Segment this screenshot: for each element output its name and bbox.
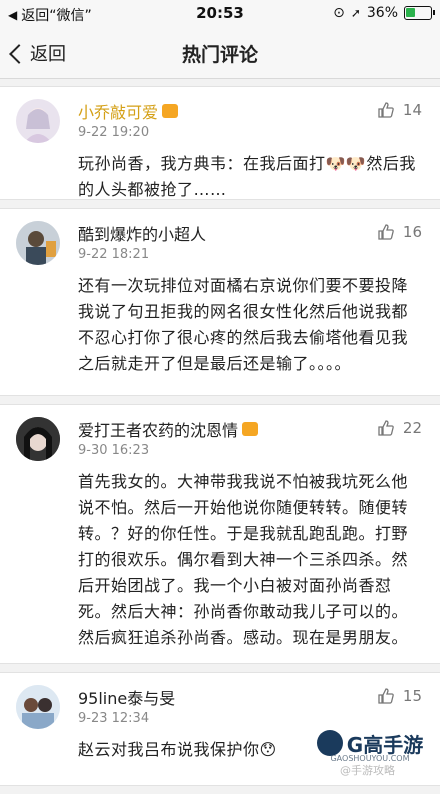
avatar-image: [24, 108, 52, 143]
avatar-image: [16, 685, 60, 729]
avatar[interactable]: [16, 417, 60, 461]
like-count: 15: [402, 687, 422, 705]
comment-text: 首先我女的。大神带我我说不怕被我坑死么他说不怕。然后一开始他说你随便转转。随便转…: [78, 472, 409, 647]
status-indicators: ⊙ ➚ 36%: [333, 5, 435, 21]
vip-badge-icon: [242, 422, 259, 436]
username-text: 爱打王者农药的沈恩情: [78, 421, 239, 440]
comment-username[interactable]: 小乔敲可爱: [78, 99, 179, 123]
comment-username[interactable]: 酷到爆炸的小超人: [78, 221, 206, 245]
status-bar: ◀ 返回“微信” 20:53 ⊙ ➚ 36%: [0, 0, 440, 28]
username-text: 小乔敲可爱: [78, 103, 159, 122]
like-button[interactable]: 14: [377, 101, 422, 119]
comment-text: 还有一次玩排位对面橘右京说你们要不要投降我说了句丑拒我的网名很女性化然后他说我都…: [78, 276, 409, 373]
comment-list: 小乔敲可爱 9-22 19:20 14 玩孙尚香，我方典韦：在我后面打🐶🐶然后我…: [0, 86, 440, 794]
comment-item: 酷到爆炸的小超人 9-22 18:21 16 还有一次玩排位对面橘右京说你们要不…: [0, 208, 440, 396]
username-text: 95line泰与旻: [78, 689, 176, 708]
like-count: 22: [402, 419, 422, 437]
comment-time: 9-23 12:34: [78, 711, 150, 726]
like-button[interactable]: 15: [377, 687, 422, 705]
comment-item: 小乔敲可爱 9-22 19:20 14 玩孙尚香，我方典韦：在我后面打🐶🐶然后我…: [0, 86, 440, 200]
battery-fill: [406, 8, 415, 17]
location-icon: ➚: [350, 6, 361, 20]
comment-time: 9-30 16:23: [78, 443, 150, 458]
avatar[interactable]: [16, 99, 60, 143]
thumbs-up-icon: [378, 102, 394, 118]
brand-watermark: G高手游 GAOSHOUYOU.COM: [306, 724, 434, 763]
comment-time: 9-22 18:21: [78, 247, 150, 262]
like-count: 16: [402, 223, 422, 241]
rotation-lock-icon: ⊙: [333, 5, 345, 21]
comment-username[interactable]: 95line泰与旻: [78, 685, 175, 709]
avatar[interactable]: [16, 685, 60, 729]
weibo-watermark: @手游攻略: [340, 764, 395, 777]
comment-text: 玩孙尚香，我方典韦：在我后面打🐶🐶然后我的人头都被抢了……: [78, 154, 416, 199]
page-title: 热门评论: [181, 44, 258, 66]
like-button[interactable]: 16: [377, 223, 422, 241]
like-button[interactable]: 22: [377, 419, 422, 437]
brand-logo-icon: [316, 730, 343, 756]
avatar[interactable]: [16, 221, 60, 265]
avatar-image: [16, 221, 60, 265]
thumbs-up-icon: [378, 688, 394, 704]
username-text: 酷到爆炸的小超人: [78, 225, 207, 244]
vip-badge-icon: [162, 104, 179, 118]
thumbs-up-icon: [378, 224, 394, 240]
avatar-image: [16, 417, 60, 461]
battery-icon: [404, 6, 435, 20]
comment-time: 9-22 19:20: [78, 125, 150, 140]
like-count: 14: [402, 101, 422, 119]
thumbs-up-icon: [378, 420, 394, 436]
nav-bar: 返回 热门评论: [0, 28, 440, 79]
comment-item: 爱打王者农药的沈恩情 9-30 16:23 22 首先我女的。大神带我我说不怕被…: [0, 404, 440, 664]
battery-percent: 36%: [366, 5, 398, 21]
comment-username[interactable]: 爱打王者农药的沈恩情: [78, 417, 259, 441]
